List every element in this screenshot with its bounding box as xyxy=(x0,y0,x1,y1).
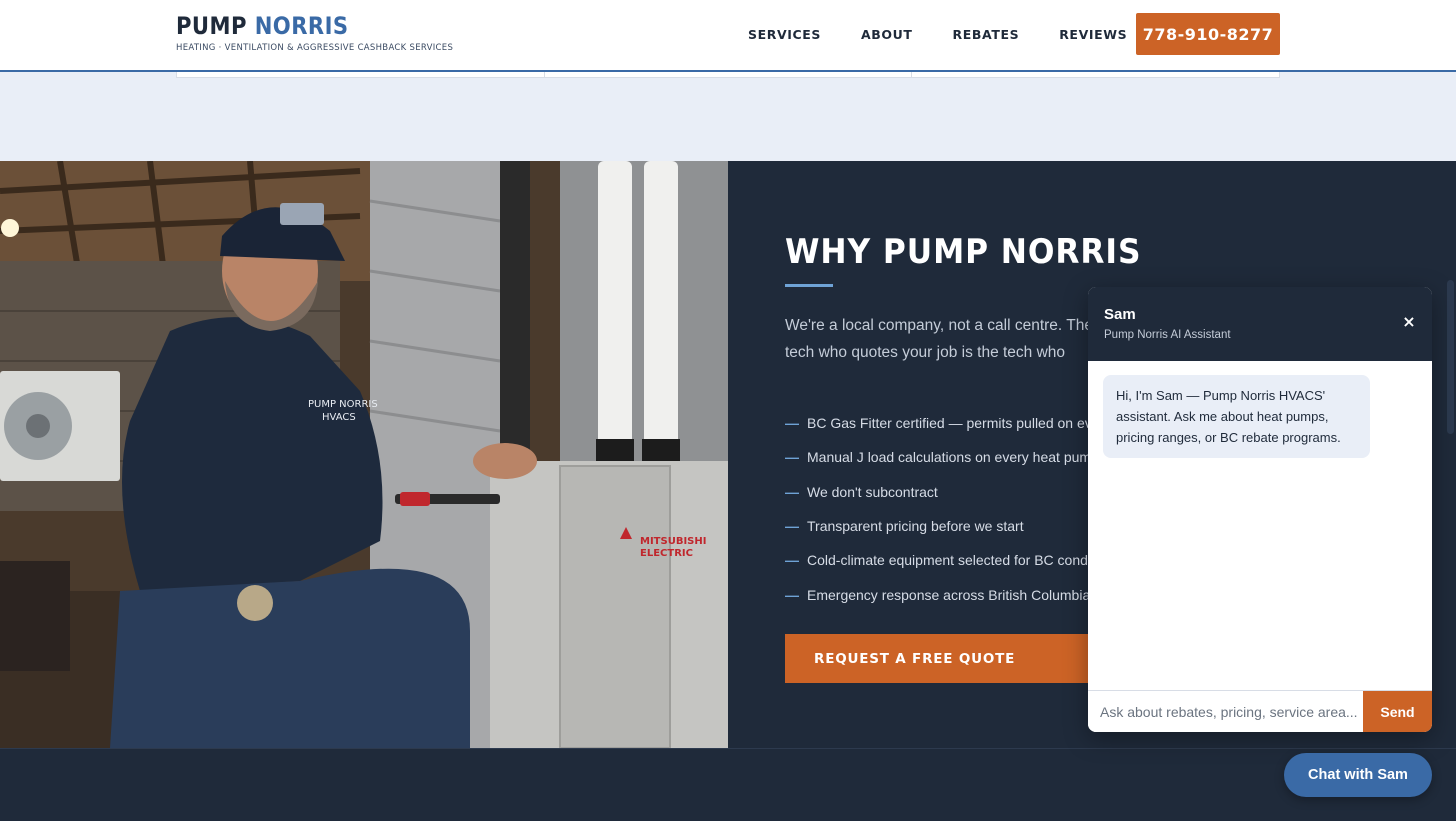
list-item-text: We don't subcontract xyxy=(807,483,938,500)
list-item: — We don't subcontract xyxy=(785,475,1090,509)
phone-button[interactable]: 778-910-8277 xyxy=(1136,13,1280,55)
list-item: — Transparent pricing before we start xyxy=(785,509,1090,543)
shirt-text: PUMP NORRIS xyxy=(308,399,378,410)
chat-widget: Sam Pump Norris AI Assistant × Hi, I'm S… xyxy=(1088,287,1432,732)
unit-brand-text-2: ELECTRIC xyxy=(640,548,693,559)
logo-tagline: HEATING · VENTILATION & AGGRESSIVE CASHB… xyxy=(176,43,454,53)
shirt-text-2: HVACS xyxy=(322,412,356,423)
close-icon[interactable]: × xyxy=(1400,313,1418,331)
list-item-text: Manual J load calculations on every heat… xyxy=(807,449,1090,466)
nav-rebates[interactable]: REBATES xyxy=(953,27,1020,42)
section-intro: We're a local company, not a call centre… xyxy=(785,317,1093,361)
list-item-text: BC Gas Fitter certified — permits pulled… xyxy=(807,415,1090,432)
list-item-text: Cold-climate equipment selected for BC c… xyxy=(807,552,1090,569)
list-item-text: Transparent pricing before we start xyxy=(807,518,1024,535)
table-divider xyxy=(911,72,912,77)
logo-primary-text: PUMP xyxy=(176,12,247,40)
chat-assistant-name: Sam xyxy=(1104,306,1136,323)
table-divider xyxy=(544,72,545,77)
list-item: — Cold-climate equipment selected for BC … xyxy=(785,543,1090,577)
chat-launcher-button[interactable]: Chat with Sam xyxy=(1284,753,1432,797)
section-title: WHY PUMP NORRIS xyxy=(785,232,1142,272)
comparison-table-edge xyxy=(176,72,1280,78)
list-item-text: Emergency response across British Columb… xyxy=(807,586,1090,603)
dash-icon: — xyxy=(785,518,799,535)
list-item: — Emergency response across British Colum… xyxy=(785,577,1090,611)
assistant-message: Hi, I'm Sam — Pump Norris HVACS' assista… xyxy=(1103,375,1370,458)
main-nav: SERVICES ABOUT REBATES REVIEWS xyxy=(748,27,1167,42)
benefits-list: — BC Gas Fitter certified — permits pulle… xyxy=(785,406,1090,612)
nav-about[interactable]: ABOUT xyxy=(861,27,913,42)
list-item: — BC Gas Fitter certified — permits pulle… xyxy=(785,406,1090,440)
request-quote-button[interactable]: REQUEST A FREE QUOTE xyxy=(785,634,1088,683)
nav-services[interactable]: SERVICES xyxy=(748,27,821,42)
next-section-band xyxy=(0,748,1456,821)
site-logo[interactable]: PUMP NORRIS HEATING · VENTILATION & AGGR… xyxy=(176,12,453,53)
dash-icon: — xyxy=(785,483,799,500)
page-scrollbar[interactable] xyxy=(1447,280,1454,434)
technician-photo: MITSUBISHI ELECTRIC PUMP NORRIS HVACS xyxy=(0,161,728,748)
send-button[interactable]: Send xyxy=(1363,691,1432,732)
site-header: PUMP NORRIS HEATING · VENTILATION & AGGR… xyxy=(0,0,1456,72)
logo-accent-text: NORRIS xyxy=(254,12,349,40)
dash-icon: — xyxy=(785,586,799,603)
chat-header: Sam Pump Norris AI Assistant × xyxy=(1088,287,1432,361)
logo-wordmark: PUMP NORRIS xyxy=(176,12,420,40)
dash-icon: — xyxy=(785,415,799,432)
light-section-band xyxy=(0,72,1456,161)
title-underline xyxy=(785,284,833,287)
list-item: — Manual J load calculations on every hea… xyxy=(785,440,1090,474)
chat-composer: Send xyxy=(1088,690,1432,732)
chat-messages: Hi, I'm Sam — Pump Norris HVACS' assista… xyxy=(1088,361,1432,690)
unit-brand-text: MITSUBISHI xyxy=(640,536,706,547)
nav-reviews[interactable]: REVIEWS xyxy=(1059,27,1127,42)
chat-assistant-subtitle: Pump Norris AI Assistant xyxy=(1104,329,1231,341)
chat-input[interactable] xyxy=(1088,691,1363,732)
dash-icon: — xyxy=(785,552,799,569)
dash-icon: — xyxy=(785,449,799,466)
